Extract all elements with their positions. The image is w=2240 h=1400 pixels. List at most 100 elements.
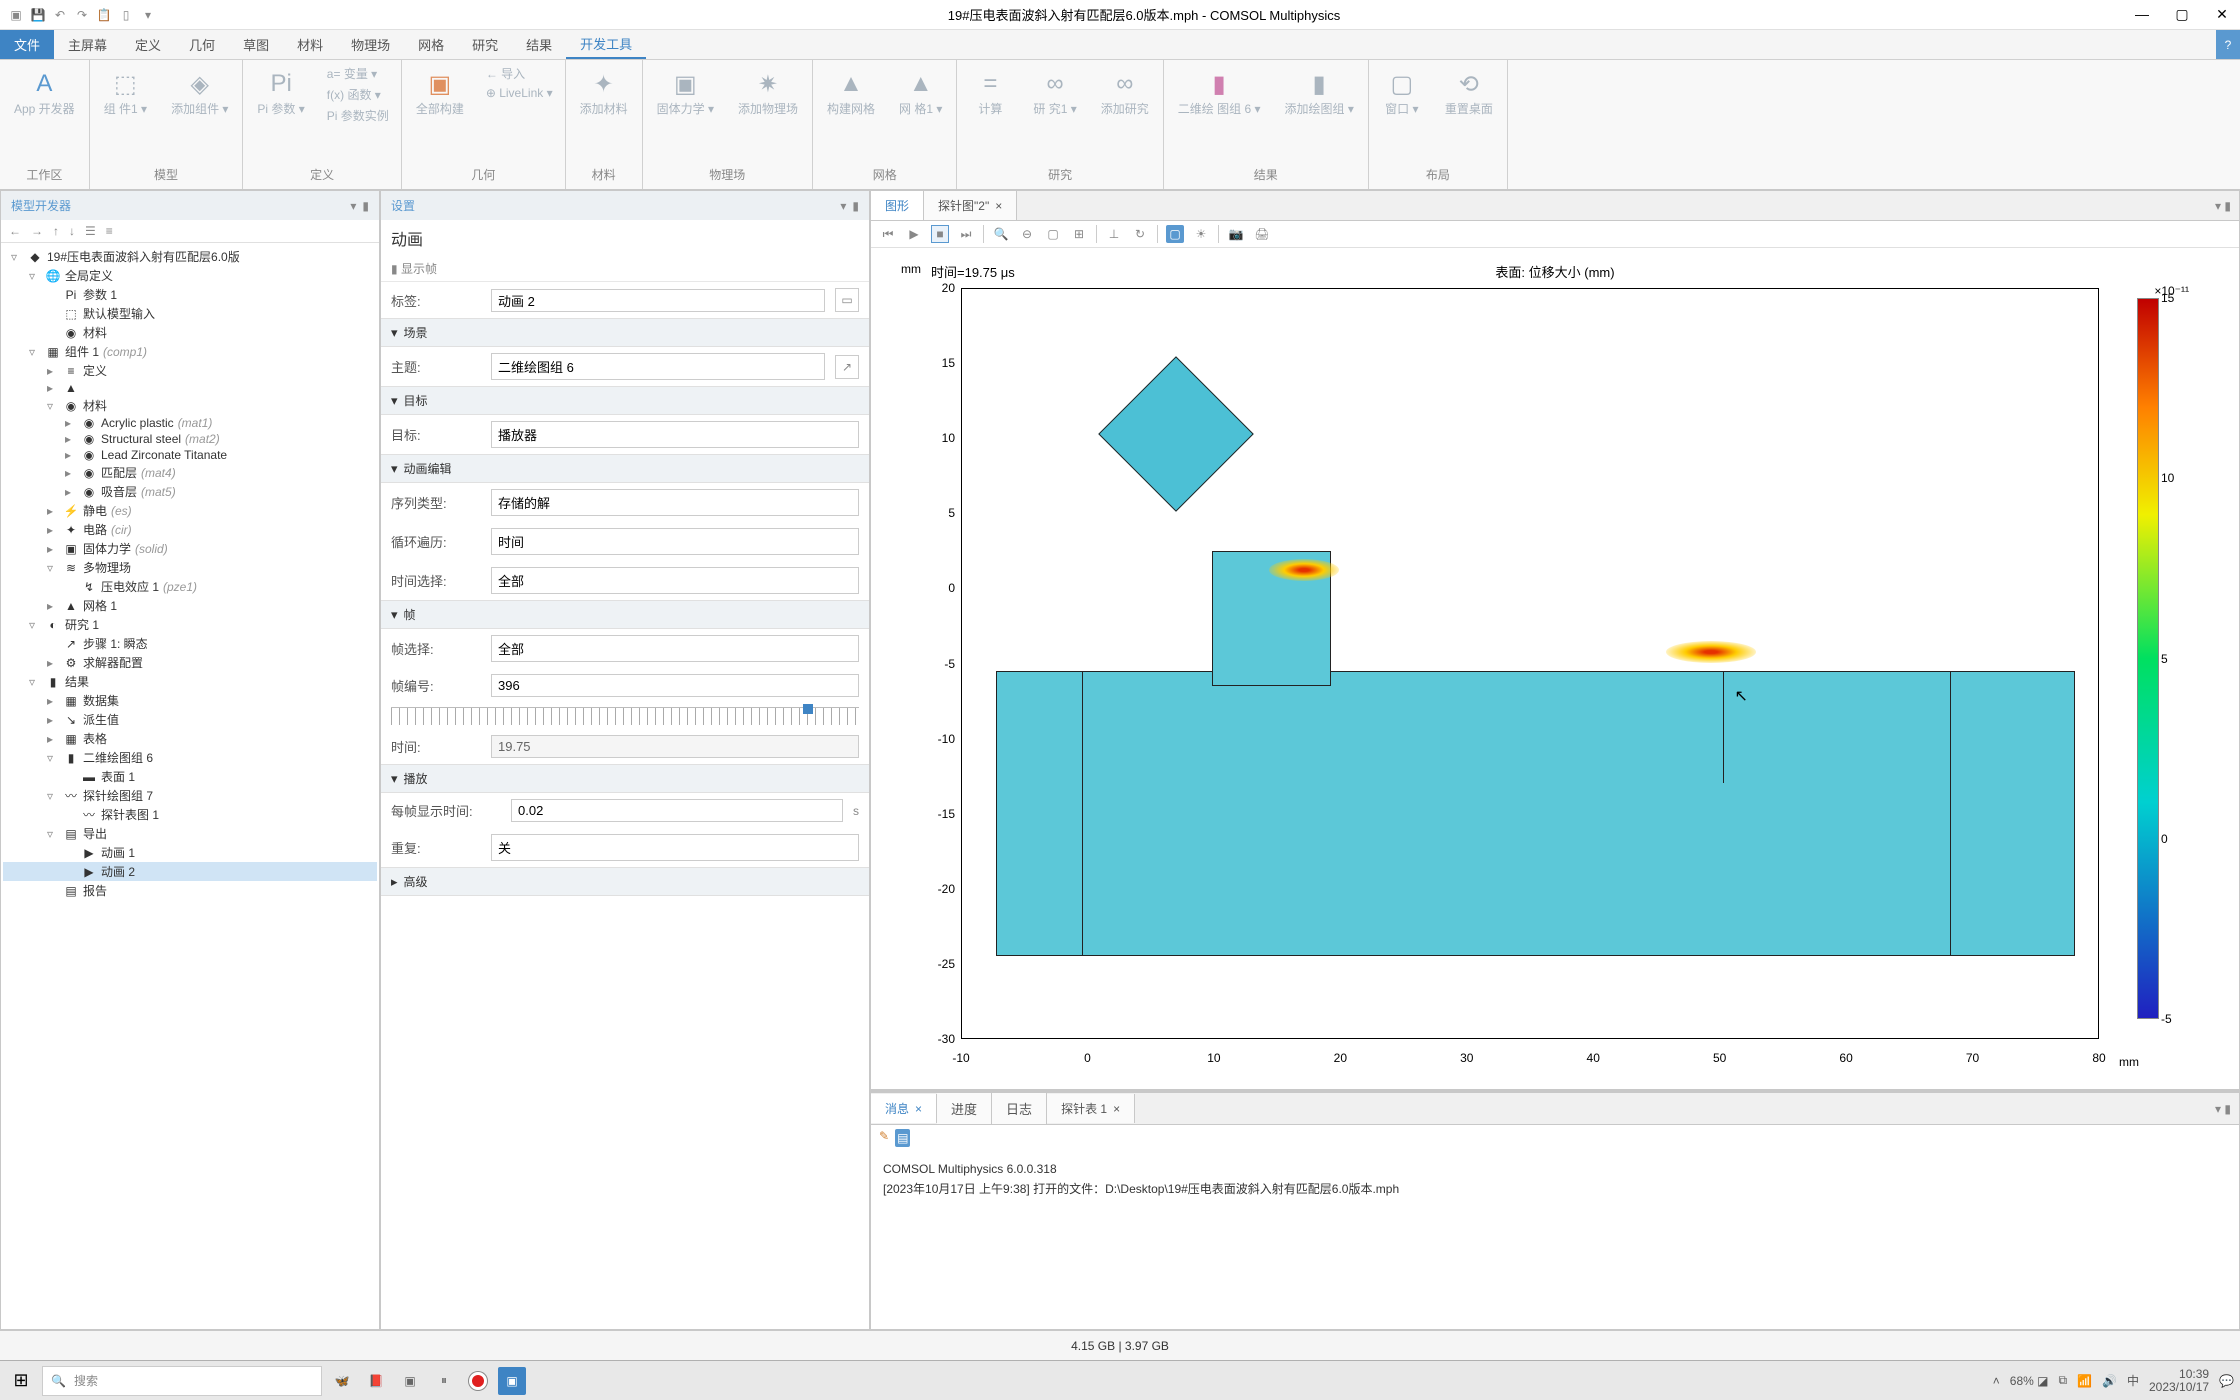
paste-icon[interactable]: ▯: [118, 7, 134, 23]
redo-icon[interactable]: ↷: [74, 7, 90, 23]
task-view-icon[interactable]: ▣: [396, 1367, 424, 1395]
battery-status[interactable]: 68% ◪: [2010, 1374, 2049, 1388]
msg-tool2-icon[interactable]: ▤: [895, 1129, 910, 1147]
tree-item[interactable]: ▿▤导出: [3, 824, 377, 843]
task-comsol-icon[interactable]: ▣: [498, 1367, 526, 1395]
nav-up-icon[interactable]: ↑: [53, 224, 59, 238]
tab-home[interactable]: 主屏幕: [54, 30, 121, 59]
tab-messages[interactable]: 消息×: [871, 1094, 937, 1123]
target-select[interactable]: 播放器: [491, 421, 859, 448]
tree-item[interactable]: ↗步骤 1: 瞬态: [3, 634, 377, 653]
minimize-button[interactable]: —: [2132, 6, 2152, 23]
tree-item[interactable]: ▿▦组件 1 (comp1): [3, 342, 377, 361]
axis-icon[interactable]: ⊥: [1105, 225, 1123, 243]
stop-icon[interactable]: ■: [931, 225, 949, 243]
tab-developer[interactable]: 开发工具: [566, 30, 646, 59]
import-button[interactable]: ← 导入: [482, 64, 557, 83]
tree-item[interactable]: ▿▮二维绘图组 6: [3, 748, 377, 767]
close-icon[interactable]: ×: [915, 1102, 922, 1116]
tree-item[interactable]: ▸◉Acrylic plastic (mat1): [3, 415, 377, 431]
label-input[interactable]: [491, 289, 825, 312]
notifications-icon[interactable]: 💬: [2219, 1374, 2234, 1388]
close-button[interactable]: ✕: [2212, 6, 2232, 23]
model-tree[interactable]: ▿◆19#压电表面波斜入射有匹配层6.0版▿🌐全局定义Pi参数 1⬚默认模型输入…: [1, 243, 379, 1329]
mesh-button[interactable]: ▲网 格1 ▾: [893, 64, 948, 120]
task-app-2[interactable]: 📕: [362, 1367, 390, 1395]
theme-select[interactable]: 二维绘图组 6: [491, 353, 825, 380]
tree-item[interactable]: ▸⚙求解器配置: [3, 653, 377, 672]
tab-geometry[interactable]: 几何: [175, 30, 229, 59]
msg-menu-icon[interactable]: ▾: [2215, 1102, 2221, 1116]
collapse-icon[interactable]: ☰: [85, 224, 96, 238]
add-study-button[interactable]: ∞添加研究: [1095, 64, 1155, 120]
tab-materials[interactable]: 材料: [283, 30, 337, 59]
app-builder-button[interactable]: AApp 开发器: [8, 64, 81, 120]
qat-more-icon[interactable]: ▾: [140, 7, 156, 23]
section-frame[interactable]: ▾ 帧: [381, 600, 869, 629]
build-all-button[interactable]: ▣全部构建: [410, 64, 470, 120]
start-button[interactable]: ⊞: [6, 1366, 36, 1396]
save-icon[interactable]: 💾: [30, 7, 46, 23]
tab-probe-plot[interactable]: 探针图"2"×: [924, 191, 1017, 220]
show-frame-button[interactable]: ▮ 显示帧: [391, 260, 437, 277]
tab-log[interactable]: 日志: [992, 1093, 1047, 1124]
nav-fwd-icon[interactable]: →: [31, 224, 43, 238]
maximize-button[interactable]: ▢: [2172, 6, 2192, 23]
tree-item[interactable]: ▸◉匹配层 (mat4): [3, 463, 377, 482]
tree-item[interactable]: ↯压电效应 1 (pze1): [3, 577, 377, 596]
tree-item[interactable]: ▸▲: [3, 380, 377, 396]
plot-canvas[interactable]: ↖: [961, 288, 2099, 1039]
ftime-input[interactable]: [511, 799, 843, 822]
tree-item[interactable]: ▸▦表格: [3, 729, 377, 748]
livelink-button[interactable]: ⊕ LiveLink ▾: [482, 85, 557, 101]
param-case-button[interactable]: Pi 参数实例: [323, 106, 393, 125]
tree-item[interactable]: ▶动画 1: [3, 843, 377, 862]
add-material-button[interactable]: ✦添加材料: [574, 64, 634, 120]
close-icon[interactable]: ×: [1113, 1102, 1120, 1116]
tree-item[interactable]: Pi参数 1: [3, 285, 377, 304]
tree-item[interactable]: ▸▣固体力学 (solid): [3, 539, 377, 558]
add-physics-button[interactable]: ✷添加物理场: [732, 64, 804, 120]
volume-icon[interactable]: 🔊: [2102, 1374, 2117, 1388]
tree-item[interactable]: ▶动画 2: [3, 862, 377, 881]
tab-sketch[interactable]: 草图: [229, 30, 283, 59]
tree-item[interactable]: ▿◉材料: [3, 396, 377, 415]
tree-item[interactable]: ⬚默认模型输入: [3, 304, 377, 323]
section-advanced[interactable]: ▸ 高级: [381, 867, 869, 896]
tree-item[interactable]: ▿◐研究 1: [3, 615, 377, 634]
tree-item[interactable]: ▸▦数据集: [3, 691, 377, 710]
msg-tool-icon[interactable]: ✎: [879, 1129, 889, 1147]
compute-button[interactable]: =计算: [965, 64, 1015, 120]
settings-menu-icon[interactable]: ▾: [840, 199, 846, 213]
plot2d-button[interactable]: ▮二维绘 图组 6 ▾: [1172, 64, 1267, 120]
tsel-select[interactable]: 全部: [491, 567, 859, 594]
section-anim-edit[interactable]: ▾ 动画编辑: [381, 454, 869, 483]
print-icon[interactable]: 🖨: [1253, 225, 1271, 243]
frame-slider[interactable]: [391, 707, 859, 725]
play-end-icon[interactable]: ⏭: [957, 225, 975, 243]
window-button[interactable]: ▢窗口 ▾: [1377, 64, 1427, 120]
repeat-select[interactable]: 关: [491, 834, 859, 861]
add-plot-group-button[interactable]: ▮添加绘图组 ▾: [1278, 64, 1359, 120]
tab-physics[interactable]: 物理场: [337, 30, 404, 59]
wifi-icon[interactable]: 📶: [2077, 1374, 2092, 1388]
tree-item[interactable]: ▸▲网格 1: [3, 596, 377, 615]
tab-progress[interactable]: 进度: [937, 1093, 992, 1124]
tab-mesh[interactable]: 网格: [404, 30, 458, 59]
tree-item[interactable]: 〰探针表图 1: [3, 805, 377, 824]
tree-item[interactable]: ▸✦电路 (cir): [3, 520, 377, 539]
theme-goto-icon[interactable]: ↗: [835, 355, 859, 379]
copy-icon[interactable]: 📋: [96, 7, 112, 23]
reset-desktop-button[interactable]: ⟲重置桌面: [1439, 64, 1499, 120]
ime-indicator[interactable]: 中: [2127, 1372, 2139, 1389]
label-link-icon[interactable]: ▭: [835, 288, 859, 312]
graphics-pin-icon[interactable]: ▮: [2224, 199, 2231, 213]
tree-item[interactable]: ▿◆19#压电表面波斜入射有匹配层6.0版: [3, 247, 377, 266]
light-icon[interactable]: ☀: [1192, 225, 1210, 243]
zoom-in-icon[interactable]: 🔍: [992, 225, 1010, 243]
nav-back-icon[interactable]: ←: [9, 224, 21, 238]
solid-mechanics-button[interactable]: ▣固体力学 ▾: [651, 64, 720, 120]
zoom-extents-icon[interactable]: ⊞: [1070, 225, 1088, 243]
tree-item[interactable]: ▸◉Structural steel (mat2): [3, 431, 377, 447]
add-component-button[interactable]: ◈添加组件 ▾: [165, 64, 234, 120]
